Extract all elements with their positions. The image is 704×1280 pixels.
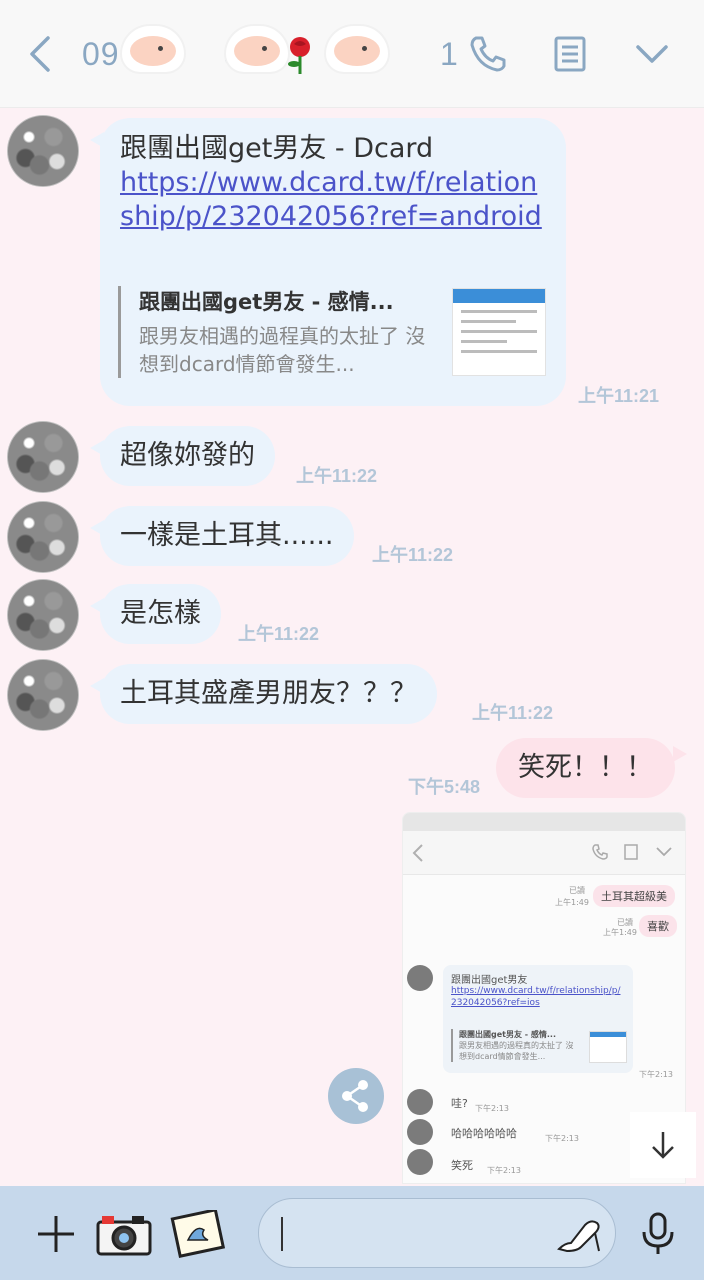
- image-icon[interactable]: [170, 1210, 226, 1258]
- shot-message: 笑死: [451, 1159, 473, 1172]
- back-arrow-icon[interactable]: [18, 30, 66, 78]
- phone-icon: [592, 844, 608, 860]
- message-time: 下午5:48: [408, 777, 481, 797]
- notes-icon[interactable]: [546, 30, 594, 78]
- avatar[interactable]: [8, 660, 78, 730]
- emoji-sticker-icon: [326, 26, 388, 72]
- message-bubble[interactable]: 一樣是土耳其......: [90, 506, 354, 566]
- shot-time: 上午1:49: [603, 928, 637, 937]
- avatar: [407, 965, 433, 991]
- link-title: 跟團出國get男友 - Dcard: [120, 133, 434, 164]
- scroll-to-bottom-button[interactable]: [630, 1112, 696, 1178]
- avatar[interactable]: [8, 502, 78, 572]
- chevron-down-icon: [656, 847, 672, 857]
- message-bubble[interactable]: 超像妳發的: [90, 426, 275, 486]
- avatar[interactable]: [8, 116, 78, 186]
- preview-description: 跟男友相遇的過程真的太扯了 沒想到dcard情節會發生...: [139, 324, 426, 376]
- avatar: [407, 1119, 433, 1145]
- emoji-sticker-icon: [122, 26, 184, 72]
- preview-thumbnail: [452, 288, 546, 376]
- message-time: 上午11:22: [296, 466, 378, 486]
- preview-title: 跟團出國get男友 - 感情...: [139, 290, 394, 314]
- read-label: 已讀: [569, 886, 585, 895]
- avatar[interactable]: [8, 422, 78, 492]
- shot-preview-title: 跟團出國get男友 - 感情...: [459, 1030, 556, 1039]
- shot-bubble: 土耳其超級美: [593, 885, 675, 907]
- message-time: 上午11:21: [578, 386, 660, 406]
- shot-thumbnail: [589, 1031, 627, 1063]
- shot-preview-desc: 跟男友相遇的過程真的太扯了 沒想到dcard情節會發生...: [459, 1041, 574, 1061]
- message-input[interactable]: [258, 1198, 616, 1268]
- shot-time: 下午2:13: [545, 1134, 579, 1143]
- mic-icon[interactable]: [634, 1210, 682, 1258]
- shot-link-card: 跟團出國get男友 https://www.dcard.tw/f/relatio…: [443, 965, 633, 1073]
- sent-message-bubble[interactable]: 笑死！！！: [496, 738, 687, 798]
- camera-icon[interactable]: [96, 1210, 152, 1258]
- back-arrow-icon: [412, 844, 423, 862]
- shot-time: 下午2:13: [475, 1104, 509, 1113]
- message-time: 上午11:22: [472, 703, 554, 723]
- notes-icon: [624, 844, 638, 860]
- avatar: [407, 1149, 433, 1175]
- link-url[interactable]: https://www.dcard.tw/f/relationship/p/23…: [120, 166, 546, 234]
- avatar[interactable]: [8, 580, 78, 650]
- plus-icon[interactable]: [32, 1210, 80, 1258]
- shot-message: 哈哈哈哈哈哈: [451, 1127, 517, 1140]
- share-button[interactable]: [328, 1068, 384, 1124]
- shot-time: 下午2:13: [487, 1166, 521, 1175]
- link-preview[interactable]: 跟團出國get男友 - 感情... 跟男友相遇的過程真的太扯了 沒想到dcard…: [118, 286, 428, 378]
- shot-time: 上午1:49: [555, 898, 589, 907]
- title-part-3: 1: [439, 35, 459, 72]
- shot-time: 下午2:13: [639, 1070, 673, 1079]
- shot-link-title: 跟團出國get男友: [451, 975, 528, 986]
- message-bubble[interactable]: 土耳其盛產男朋友？？？: [90, 664, 437, 724]
- message-time: 上午11:22: [238, 624, 320, 644]
- chat-header: 09 871 1: [0, 0, 704, 108]
- text-caret: [281, 1217, 283, 1251]
- message-input-bar: [0, 1186, 704, 1280]
- shot-link-url: https://www.dcard.tw/f/relationship/p/23…: [451, 986, 621, 1008]
- title-part-1: 09: [82, 35, 120, 72]
- rose-emoji-icon: [288, 37, 310, 74]
- arrow-down-icon: [652, 1132, 674, 1159]
- emoji-sticker-icon: [226, 26, 288, 72]
- shot-bubble: 喜歡: [639, 915, 677, 937]
- phone-icon[interactable]: [464, 30, 512, 78]
- message-time: 上午11:22: [372, 545, 454, 565]
- chevron-down-icon[interactable]: [628, 30, 676, 78]
- avatar: [407, 1089, 433, 1115]
- sticker-icon[interactable]: [555, 1213, 605, 1255]
- share-icon: [342, 1080, 368, 1112]
- message-bubble[interactable]: 是怎樣: [90, 584, 221, 644]
- link-message-bubble[interactable]: 跟團出國get男友 - Dcard https://www.dcard.tw/f…: [90, 118, 566, 406]
- shot-message: 哇?: [451, 1097, 468, 1110]
